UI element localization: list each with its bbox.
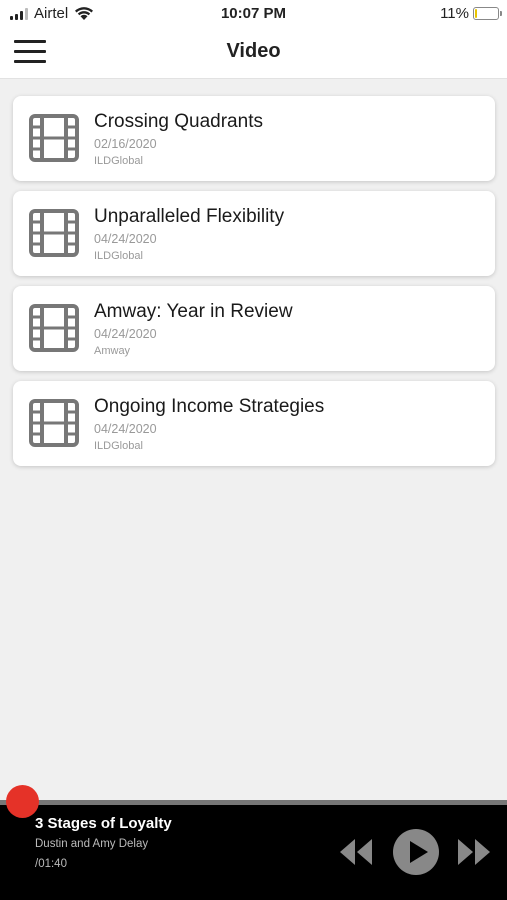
track-artist: Dustin and Amy Delay	[35, 838, 149, 850]
mini-player: 3 Stages of Loyalty Dustin and Amy Delay…	[0, 785, 507, 900]
status-bar: Airtel 10:07 PM 11%	[0, 0, 507, 28]
track-title: 3 Stages of Loyalty	[35, 815, 172, 832]
track-time: /01:40	[35, 858, 67, 870]
video-date: 04/24/2020	[94, 327, 157, 341]
video-title: Amway: Year in Review	[94, 301, 293, 322]
app-header: Video	[0, 28, 507, 79]
video-item[interactable]: Ongoing Income Strategies 04/24/2020 ILD…	[13, 381, 495, 466]
play-icon[interactable]	[392, 828, 440, 876]
video-title: Crossing Quadrants	[94, 111, 263, 132]
film-icon	[29, 399, 79, 447]
rewind-icon[interactable]	[338, 836, 374, 868]
video-source: ILDGlobal	[94, 155, 143, 167]
video-item[interactable]: Crossing Quadrants 02/16/2020 ILDGlobal	[13, 96, 495, 181]
battery-level	[475, 9, 477, 18]
progress-scrubber[interactable]	[6, 785, 39, 818]
clock: 10:07 PM	[220, 5, 287, 22]
video-date: 04/24/2020	[94, 422, 157, 436]
film-icon	[29, 209, 79, 257]
battery-icon	[473, 7, 502, 20]
video-item[interactable]: Unparalleled Flexibility 04/24/2020 ILDG…	[13, 191, 495, 276]
video-title: Unparalleled Flexibility	[94, 206, 285, 227]
video-source: Amway	[94, 345, 131, 357]
video-item[interactable]: Amway: Year in Review 04/24/2020 Amway	[13, 286, 495, 371]
page-title: Video	[226, 40, 281, 62]
video-title: Ongoing Income Strategies	[94, 396, 325, 417]
video-source: ILDGlobal	[94, 440, 143, 452]
fast-forward-icon[interactable]	[456, 836, 492, 868]
video-date: 02/16/2020	[94, 137, 157, 151]
status-right: 11%	[440, 5, 502, 22]
video-source: ILDGlobal	[94, 250, 143, 262]
film-icon	[29, 114, 79, 162]
film-icon	[29, 304, 79, 352]
video-list: Crossing Quadrants 02/16/2020 ILDGlobal …	[13, 96, 495, 476]
battery-percentage: 11%	[440, 5, 469, 22]
video-date: 04/24/2020	[94, 232, 157, 246]
progress-bar[interactable]	[0, 800, 507, 805]
